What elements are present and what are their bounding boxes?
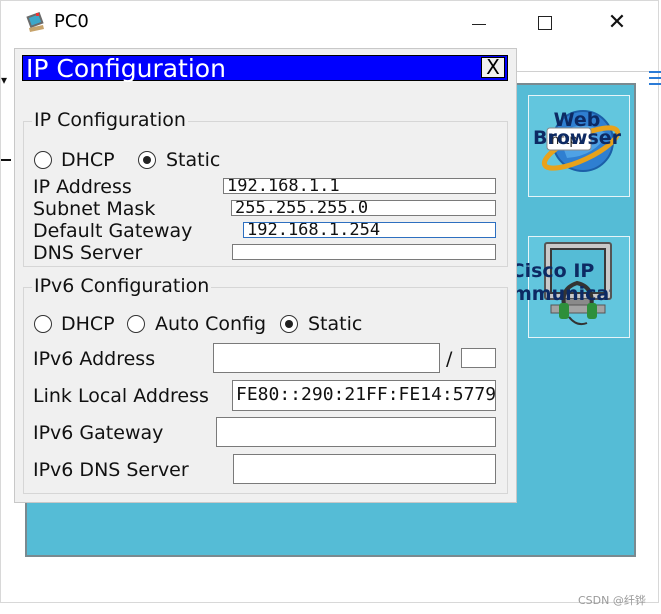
menu-icon[interactable] (649, 67, 661, 89)
link-local-address-label: Link Local Address (33, 385, 209, 407)
minimize-button[interactable] (449, 1, 509, 45)
default-gateway-input[interactable] (243, 222, 496, 238)
ipv4-static-radio[interactable] (138, 151, 156, 169)
pc-app-icon (26, 12, 44, 32)
ipv4-dhcp-radio[interactable] (34, 151, 52, 169)
dns-server-label: DNS Server (33, 242, 143, 264)
ipv4-static-label[interactable]: Static (166, 149, 220, 171)
ipv4-config-group: IP Configuration DHCP Static IP Address … (23, 109, 508, 267)
ip-address-input[interactable] (223, 178, 496, 194)
window-title: PC0 (54, 11, 89, 32)
web-browser-label-line2: Browser (532, 127, 622, 148)
web-browser-label[interactable]: Web Browser (527, 111, 627, 147)
watermark: CSDN @纤铧 (578, 594, 646, 607)
dropdown-arrow-icon: ▾ (1, 73, 8, 87)
default-gateway-label: Default Gateway (33, 220, 193, 242)
ipv6-address-label: IPv6 Address (33, 348, 156, 370)
dialog-close-button[interactable]: X (481, 57, 505, 78)
dialog-title: IP Configuration (26, 54, 226, 83)
dns-server-input[interactable] (232, 244, 496, 260)
edge-divider (1, 159, 11, 161)
ipv6-dns-server-label: IPv6 DNS Server (33, 459, 189, 481)
maximize-icon (538, 16, 552, 30)
tab-strip-line (493, 71, 661, 72)
ipv6-static-radio[interactable] (280, 315, 298, 333)
ipv6-gateway-input[interactable] (216, 417, 496, 447)
subnet-mask-input[interactable] (231, 200, 496, 216)
ipv6-dns-server-input[interactable] (233, 454, 496, 484)
ip-address-label: IP Address (33, 176, 132, 198)
close-icon: ✕ (607, 10, 627, 35)
ipv6-gateway-label: IPv6 Gateway (33, 422, 164, 444)
ipv4-group-legend: IP Configuration (32, 109, 188, 131)
ipv6-dhcp-radio[interactable] (34, 315, 52, 333)
minimize-icon (472, 23, 486, 25)
ipv6-auto-config-label[interactable]: Auto Config (155, 313, 273, 335)
ipv6-static-label[interactable]: Static (308, 313, 362, 335)
subnet-mask-label: Subnet Mask (33, 198, 156, 220)
ipv4-dhcp-label[interactable]: DHCP (61, 149, 115, 171)
ipv6-dhcp-label[interactable]: DHCP (61, 313, 115, 335)
ipv6-prefix-separator: / (446, 348, 453, 370)
ipv6-prefix-input[interactable] (461, 348, 496, 368)
ipv6-address-input[interactable] (213, 343, 440, 373)
ip-configuration-dialog: IP Configuration X IP Configuration DHCP… (14, 48, 517, 503)
ipv6-group-legend: IPv6 Configuration (32, 275, 212, 297)
maximize-button[interactable] (515, 1, 575, 45)
ipv6-auto-config-radio[interactable] (127, 315, 145, 333)
dialog-titlebar[interactable]: IP Configuration (22, 54, 508, 83)
link-local-address-field[interactable]: FE80::290:21FF:FE14:5779 (232, 380, 496, 411)
ipv6-config-group: IPv6 Configuration DHCP Auto Config Stat… (23, 275, 508, 494)
window-titlebar[interactable]: PC0 ✕ (1, 1, 658, 45)
link-local-address-value: FE80::290:21FF:FE14:5779 (236, 384, 496, 405)
close-window-button[interactable]: ✕ (587, 1, 647, 45)
